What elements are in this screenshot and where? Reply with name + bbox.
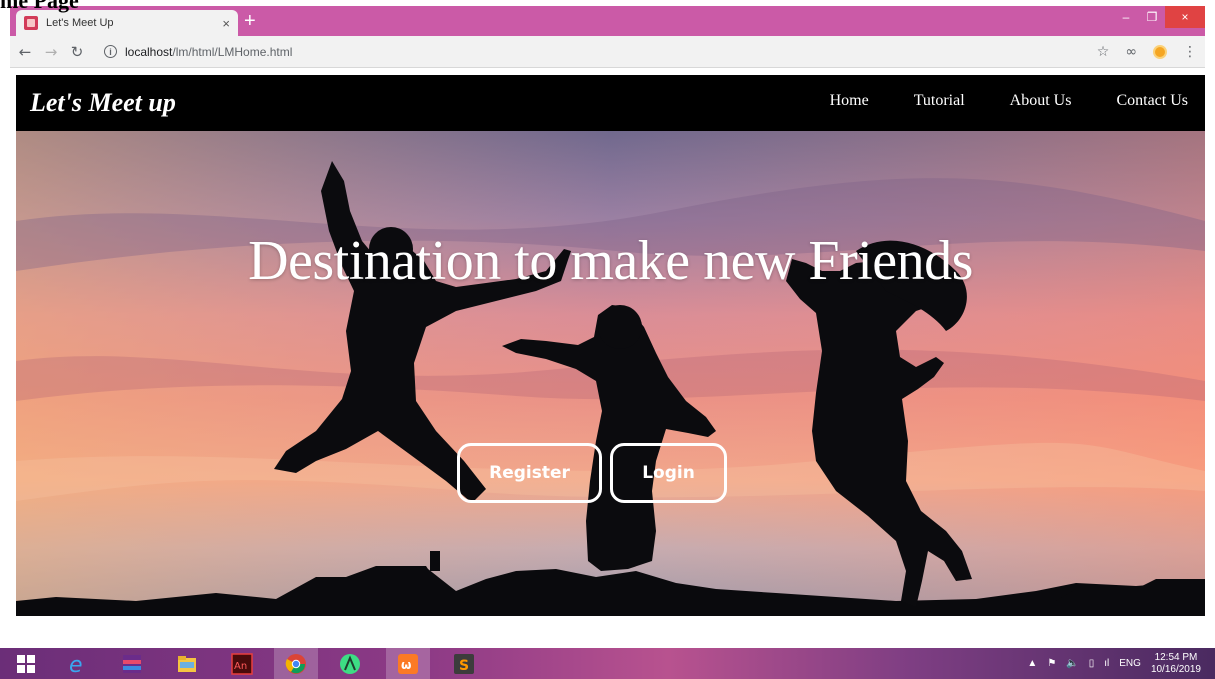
- address-bar[interactable]: i localhost/lm/html/LMHome.html: [98, 40, 1138, 64]
- menu-dots-icon[interactable]: ⋮: [1183, 44, 1197, 60]
- browser-window: Let's Meet Up × + – ❐ × ← → ↻ i localhos…: [10, 6, 1205, 68]
- windows-start-icon[interactable]: [14, 652, 38, 676]
- info-icon[interactable]: i: [104, 45, 117, 58]
- site-brand[interactable]: Let's Meet up: [30, 88, 176, 118]
- tray-chevron-icon[interactable]: ▲: [1027, 658, 1037, 669]
- clock-date: 10/16/2019: [1150, 663, 1201, 675]
- xampp-icon[interactable]: ω: [386, 648, 430, 679]
- back-icon[interactable]: ←: [14, 43, 36, 61]
- reload-icon[interactable]: ↻: [66, 43, 88, 61]
- minimize-button[interactable]: –: [1113, 6, 1139, 28]
- site-favicon-icon: [24, 16, 38, 30]
- sublime-text-icon[interactable]: S: [452, 652, 476, 676]
- url-host: localhost: [125, 44, 173, 59]
- file-explorer-icon[interactable]: [175, 652, 199, 676]
- window-controls: – ❐ ×: [1113, 6, 1205, 28]
- clock-time: 12:54 PM: [1154, 651, 1198, 663]
- url-path: /lm/html/LMHome.html: [172, 44, 293, 59]
- login-button[interactable]: Login: [610, 443, 727, 503]
- svg-text:ω: ω: [401, 658, 411, 672]
- window-close-button[interactable]: ×: [1165, 6, 1205, 28]
- internet-explorer-icon[interactable]: e: [66, 652, 90, 676]
- new-tab-button[interactable]: +: [244, 10, 256, 32]
- signal-icon[interactable]: ıl: [1104, 658, 1109, 669]
- winrar-icon[interactable]: [120, 652, 144, 676]
- flag-icon[interactable]: ⚑: [1047, 658, 1056, 669]
- url-text[interactable]: localhost/lm/html/LMHome.html: [125, 45, 292, 59]
- bookmark-star-icon[interactable]: ☆: [1097, 44, 1110, 60]
- maximize-button[interactable]: ❐: [1139, 6, 1165, 28]
- chrome-icon[interactable]: [274, 648, 318, 679]
- nav-links: Home Tutorial About Us Contact Us: [830, 92, 1188, 110]
- register-button[interactable]: Register: [457, 443, 602, 503]
- extension-icon[interactable]: [1153, 45, 1167, 59]
- volume-icon[interactable]: 🔈: [1066, 658, 1078, 669]
- toolbar-actions: ☆ ∞ ⋮: [1097, 36, 1197, 68]
- browser-toolbar: ← → ↻ i localhost/lm/html/LMHome.html ☆ …: [10, 36, 1205, 68]
- language-indicator[interactable]: ENG: [1119, 658, 1141, 669]
- site-navbar: Let's Meet up Home Tutorial About Us Con…: [16, 75, 1205, 131]
- system-tray: ▲ ⚑ 🔈 ▯ ıl ENG 12:54 PM 10/16/2019: [1027, 648, 1201, 679]
- svg-text:e: e: [69, 653, 83, 675]
- android-studio-icon[interactable]: [338, 652, 362, 676]
- hero-background-image: [16, 131, 1205, 616]
- document-heading: me Page: [0, 0, 79, 13]
- nav-home[interactable]: Home: [830, 92, 869, 110]
- windows-taskbar: e An ω S ▲ ⚑ 🔈 ▯ ıl ENG 12:54 PM 10/16/2…: [0, 648, 1215, 679]
- clock[interactable]: 12:54 PM 10/16/2019: [1151, 652, 1201, 676]
- nav-tutorial[interactable]: Tutorial: [914, 92, 965, 110]
- web-page: Let's Meet up Home Tutorial About Us Con…: [16, 75, 1205, 616]
- svg-text:S: S: [459, 658, 469, 674]
- tab-strip: Let's Meet Up × + – ❐ ×: [10, 6, 1205, 36]
- forward-icon[interactable]: →: [40, 43, 62, 61]
- hero-title: Destination to make new Friends: [248, 230, 973, 292]
- svg-text:An: An: [234, 661, 247, 672]
- infinity-extension-icon[interactable]: ∞: [1125, 44, 1137, 60]
- tab-title: Let's Meet Up: [46, 17, 114, 29]
- hero-section: Destination to make new Friends Register…: [16, 131, 1205, 616]
- nav-contact-us[interactable]: Contact Us: [1116, 92, 1188, 110]
- tab-close-icon[interactable]: ×: [222, 16, 230, 31]
- nav-about-us[interactable]: About Us: [1010, 92, 1072, 110]
- battery-icon[interactable]: ▯: [1089, 658, 1095, 669]
- adobe-animate-icon[interactable]: An: [230, 652, 254, 676]
